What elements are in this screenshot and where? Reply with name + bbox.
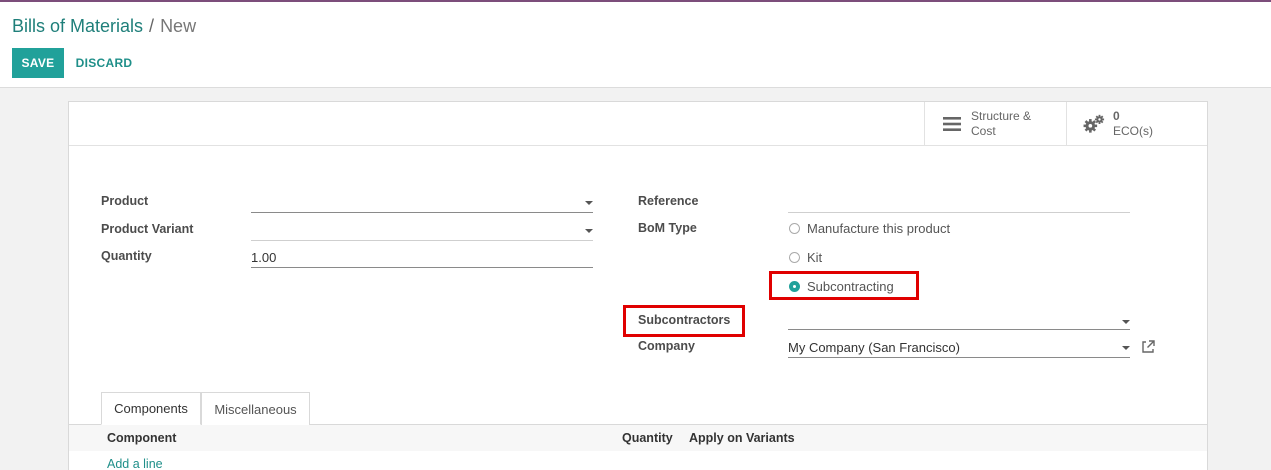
company-value: My Company (San Francisco) [788,340,960,355]
column-component[interactable]: Component [107,431,176,445]
components-table-header: Component Quantity Apply on Variants [69,425,1207,451]
gears-icon [1083,113,1105,135]
bom-type-kit-option[interactable]: Kit [789,250,822,265]
product-field[interactable] [251,193,593,213]
discard-button[interactable]: DISCARD [70,48,138,78]
list-icon [941,113,963,135]
product-variant-label: Product Variant [101,222,194,236]
product-dropdown-caret-icon[interactable] [585,201,593,205]
add-a-line-link[interactable]: Add a line [107,457,163,470]
bom-type-manufacture-option[interactable]: Manufacture this product [789,221,950,236]
column-quantity[interactable]: Quantity [622,431,673,445]
subcontractors-highlight-box [623,305,745,337]
quantity-field[interactable] [251,248,593,268]
quantity-value: 1.00 [251,250,277,265]
product-variant-dropdown-caret-icon[interactable] [585,229,593,233]
tab-miscellaneous[interactable]: Miscellaneous [201,392,310,425]
bom-type-manufacture-label: Manufacture this product [807,221,951,236]
eco-label: ECO(s) [1113,124,1153,138]
bom-type-label: BoM Type [638,221,697,235]
form-sheet: Structure & Cost 0 ECO(s) Product Produc… [68,101,1208,470]
breadcrumb-bills-of-materials[interactable]: Bills of Materials [12,16,143,36]
breadcrumb-separator: / [149,16,155,36]
subcontractors-dropdown-caret-icon[interactable] [1122,320,1130,324]
reference-field[interactable] [788,193,1130,213]
control-panel: Bills of Materials / New SAVE DISCARD [0,2,1271,88]
subcontractors-field[interactable] [788,310,1130,330]
tab-components[interactable]: Components [101,392,201,425]
structure-cost-button[interactable]: Structure & Cost [924,102,1066,146]
subcontracting-highlight-box [769,271,919,300]
product-label: Product [101,194,149,208]
company-label: Company [638,339,695,353]
smart-button-box: Structure & Cost 0 ECO(s) [69,102,1207,146]
external-link-icon[interactable] [1141,340,1155,354]
structure-cost-line1: Structure & [971,109,1032,123]
eco-count: 0 [1113,109,1120,123]
structure-cost-line2: Cost [971,124,996,138]
breadcrumb: Bills of Materials / New [12,16,196,37]
reference-label: Reference [638,194,699,208]
radio-manufacture[interactable] [789,223,800,234]
breadcrumb-current: New [160,16,197,36]
save-button[interactable]: SAVE [12,48,64,78]
company-dropdown-caret-icon[interactable] [1122,346,1130,350]
product-variant-field[interactable] [251,221,593,241]
bom-type-kit-label: Kit [807,250,823,265]
radio-kit[interactable] [789,252,800,263]
quantity-label: Quantity [101,249,152,263]
column-apply-on-variants[interactable]: Apply on Variants [689,431,795,445]
eco-button[interactable]: 0 ECO(s) [1066,102,1207,146]
